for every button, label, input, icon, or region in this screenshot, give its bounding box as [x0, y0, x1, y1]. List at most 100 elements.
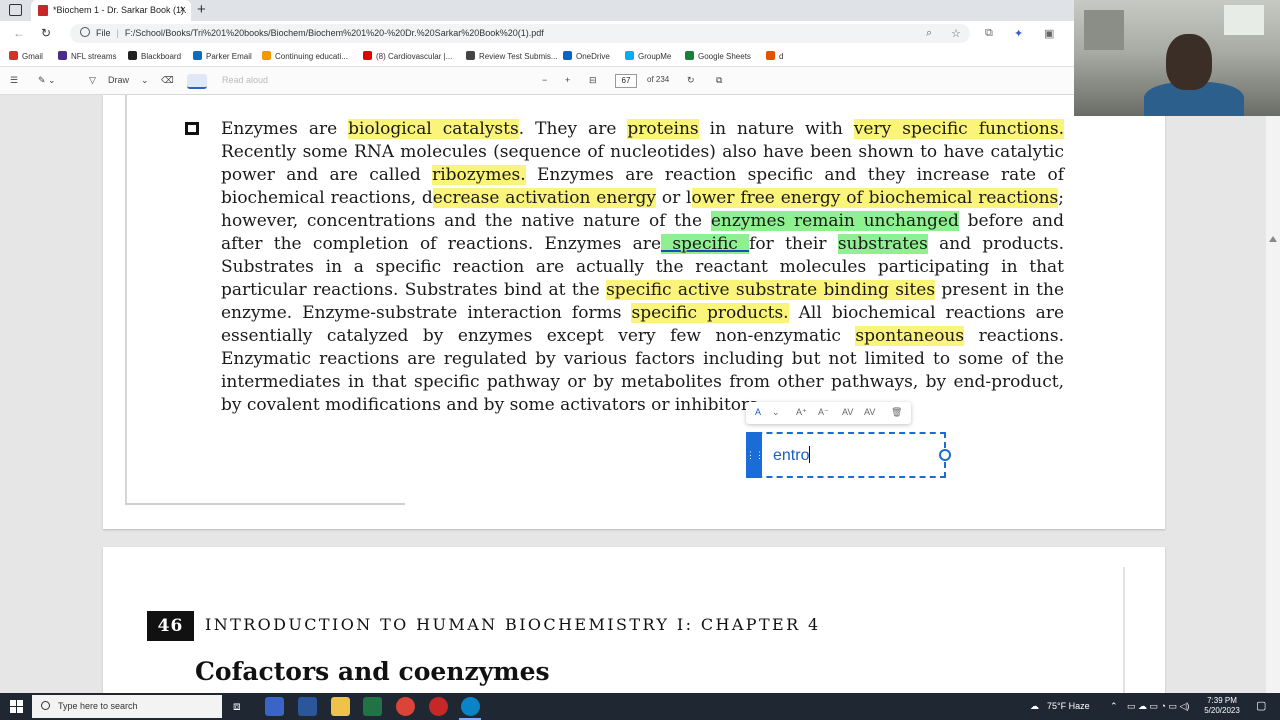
- add-text-button[interactable]: [187, 74, 207, 89]
- draw-button[interactable]: Draw: [108, 75, 129, 85]
- highlighted-text: enzymes remain unchanged: [710, 211, 959, 231]
- body-text: in nature with: [698, 119, 854, 139]
- excel-icon[interactable]: [363, 697, 382, 716]
- back-icon[interactable]: ←: [13, 26, 25, 40]
- highlight-icon[interactable]: ✎ ⌄: [38, 75, 56, 86]
- url-field[interactable]: File | F:/School/Books/Tri%201%20books/Bio…: [70, 24, 970, 43]
- tray-chevron-icon[interactable]: ⌃: [1110, 701, 1118, 712]
- clock[interactable]: 7:39 PM 5/20/2023: [1198, 696, 1246, 716]
- text-color-icon[interactable]: A: [755, 407, 761, 417]
- bookmark-item[interactable]: Review Test Submis...: [466, 51, 558, 61]
- chapter-header: INTRODUCTION TO HUMAN BIOCHEMISTRY I: CH…: [205, 615, 821, 634]
- tab-pdf[interactable]: *Biochem 1 - Dr. Sarkar Book (1). ×: [31, 0, 191, 21]
- text-format-toolbar: A ⌄ A⁺ A⁻ AV AV 🗑: [746, 402, 911, 424]
- pdf-page-next: 46 INTRODUCTION TO HUMAN BIOCHEMISTRY I:…: [103, 547, 1165, 697]
- notifications-icon[interactable]: ▢: [1256, 699, 1266, 712]
- body-text: or l: [655, 188, 692, 208]
- page-edge-line: [125, 95, 127, 505]
- zoom-out-button[interactable]: −: [542, 75, 547, 85]
- app-icon[interactable]: [429, 697, 448, 716]
- edge-icon[interactable]: [461, 697, 480, 716]
- draw-chevron-icon[interactable]: ⌄: [141, 75, 149, 86]
- weather-text[interactable]: 75°F Haze: [1047, 701, 1090, 711]
- chrome-icon[interactable]: [396, 697, 415, 716]
- rotate-icon[interactable]: ↻: [687, 75, 695, 86]
- windows-start-icon[interactable]: [10, 700, 23, 713]
- word-icon[interactable]: [298, 697, 317, 716]
- highlighted-text: specific: [661, 234, 750, 254]
- page-view-icon[interactable]: ⧉: [716, 75, 722, 86]
- bookmark-item[interactable]: Parker Email: [193, 51, 252, 61]
- zoom-search-icon[interactable]: ⌕: [926, 27, 932, 40]
- delete-icon[interactable]: 🗑: [891, 407, 902, 418]
- page-edge-line: [1123, 567, 1125, 697]
- draw-icon[interactable]: ▽: [89, 75, 96, 86]
- weather-icon[interactable]: ☁: [1030, 701, 1039, 712]
- contents-icon[interactable]: ☰: [10, 75, 18, 86]
- close-tab-icon[interactable]: ×: [180, 0, 186, 21]
- bookmark-item[interactable]: GroupMe: [625, 51, 671, 61]
- highlighted-text: specific active substrate binding sites: [606, 280, 936, 300]
- page-bottom-line: [125, 503, 405, 505]
- bookmark-item[interactable]: Google Sheets: [685, 51, 751, 61]
- webcam-overlay: [1074, 0, 1280, 116]
- url-text: F:/School/Books/Tri%201%20books/Biochem/…: [124, 28, 544, 38]
- read-aloud-button[interactable]: Read aloud: [222, 75, 268, 85]
- page-total: of 234: [647, 75, 670, 84]
- window-menu-icon[interactable]: [9, 4, 22, 16]
- font-size-down-icon[interactable]: A⁻: [818, 407, 829, 418]
- taskbar: Type here to search ⧈ ☁ 75°F Haze ⌃ ▭ ☁ …: [0, 693, 1280, 720]
- page-number-input[interactable]: 67: [615, 74, 637, 88]
- refresh-icon[interactable]: ↻: [41, 26, 51, 40]
- clock-time: 7:39 PM: [1207, 696, 1237, 705]
- page-number-badge: 46: [147, 611, 194, 641]
- task-view-icon[interactable]: ⧈: [233, 699, 241, 714]
- highlighted-text: biological catalysts: [348, 119, 519, 139]
- favorites-icon[interactable]: ▣: [1044, 27, 1054, 40]
- file-explorer-icon[interactable]: [265, 697, 284, 716]
- info-icon[interactable]: [80, 27, 90, 37]
- new-tab-button[interactable]: +: [197, 1, 206, 18]
- bookmark-item[interactable]: OneDrive: [563, 51, 610, 61]
- text-color-chevron-icon[interactable]: ⌄: [772, 407, 780, 418]
- favorite-star-icon[interactable]: ☆: [951, 27, 961, 40]
- highlighted-text: substrates: [837, 234, 928, 254]
- folder-icon[interactable]: [331, 697, 350, 716]
- url-scheme: File: [96, 28, 111, 38]
- font-size-up-icon[interactable]: A⁺: [796, 407, 807, 418]
- zoom-in-button[interactable]: +: [565, 75, 570, 85]
- webcam-background: [1224, 5, 1264, 35]
- tray-icons[interactable]: ▭ ☁ ▭ ◔ ▭ ◁): [1127, 701, 1189, 712]
- webcam-person: [1166, 34, 1212, 90]
- bookmark-item[interactable]: Blackboard: [128, 51, 181, 61]
- bookmark-item[interactable]: Gmail: [9, 51, 43, 61]
- eraser-icon[interactable]: ⌫: [161, 75, 174, 86]
- text-box-input[interactable]: entro: [773, 447, 809, 464]
- bookmark-item[interactable]: NFL streams: [58, 51, 117, 61]
- scroll-up-icon[interactable]: [1269, 236, 1277, 242]
- highlighted-text: specific products.: [631, 303, 789, 323]
- highlighted-text: proteins: [627, 119, 699, 139]
- drag-handle-icon[interactable]: ⋮⋮: [746, 432, 764, 478]
- fit-page-icon[interactable]: ⊟: [589, 75, 597, 86]
- tab-title: *Biochem 1 - Dr. Sarkar Book (1).: [53, 5, 187, 15]
- bookmark-item[interactable]: Continuing educati...: [262, 51, 348, 61]
- square-bullet-icon: [185, 122, 199, 135]
- section-title: Cofactors and coenzymes: [195, 657, 550, 686]
- search-placeholder: Type here to search: [58, 701, 138, 711]
- taskbar-search[interactable]: Type here to search: [32, 695, 222, 718]
- bookmark-item[interactable]: d: [766, 51, 783, 61]
- webcam-background: [1084, 10, 1124, 50]
- extension-icon[interactable]: ✦: [1014, 27, 1023, 40]
- scrollbar[interactable]: [1266, 95, 1280, 693]
- pdf-page: Enzymes are biological catalysts. They a…: [103, 95, 1165, 529]
- text-spacing-icon[interactable]: AV: [842, 407, 853, 417]
- resize-handle-icon[interactable]: [939, 449, 951, 461]
- clock-date: 5/20/2023: [1204, 706, 1240, 715]
- bookmark-item[interactable]: (8) Cardiovascular |...: [363, 51, 452, 61]
- highlighted-text: ecrease activation energy: [432, 188, 656, 208]
- text-spacing-reduce-icon[interactable]: AV: [864, 407, 875, 417]
- text-box-editor[interactable]: ⋮⋮ entro: [746, 432, 951, 478]
- text-caret: [809, 446, 811, 463]
- split-screen-icon[interactable]: ⧉: [985, 27, 993, 40]
